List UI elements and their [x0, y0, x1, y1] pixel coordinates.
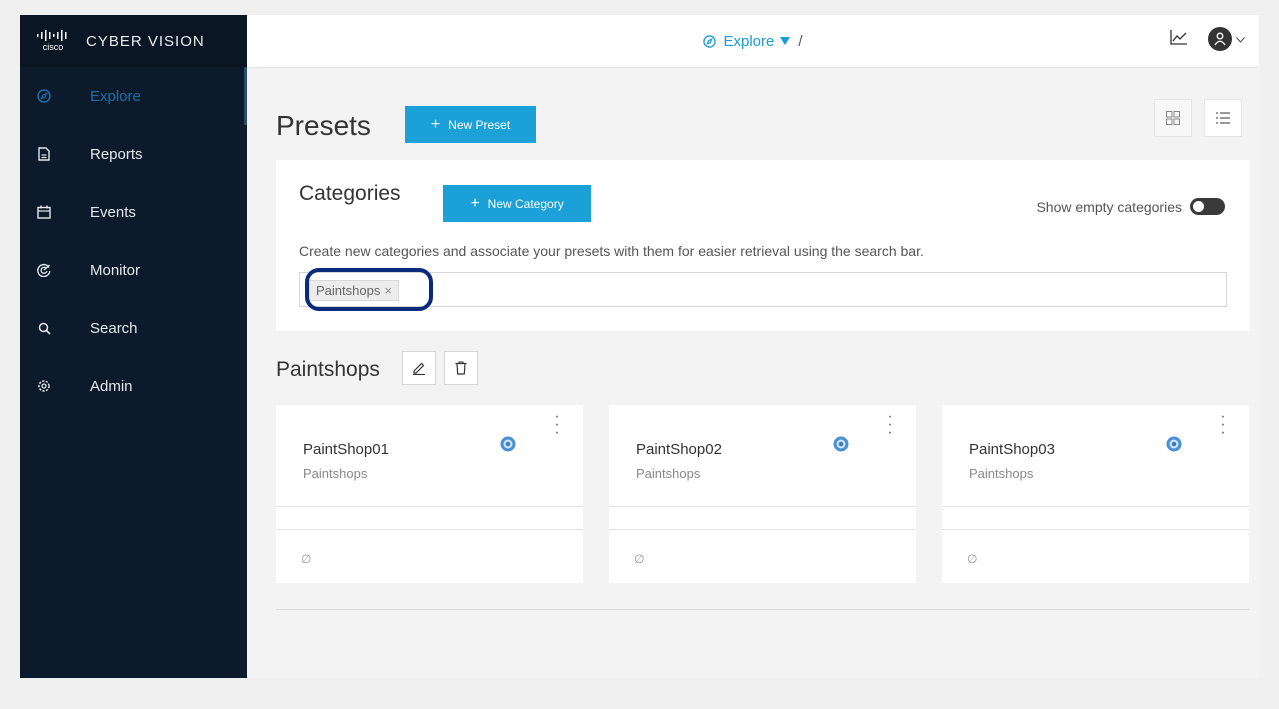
preset-name: PaintShop03 — [969, 441, 1055, 458]
sidebar: cisco CYBER VISION Explore Reports Event… — [20, 15, 247, 678]
card-divider — [942, 506, 1249, 507]
category-tag-input[interactable]: Paintshops × — [299, 268, 1227, 311]
list-icon — [1216, 112, 1230, 124]
preset-name: PaintShop02 — [636, 441, 722, 458]
preset-status-icon — [1166, 436, 1182, 452]
chart-icon[interactable] — [1170, 29, 1188, 50]
more-options-icon[interactable]: · · · — [885, 409, 895, 441]
top-bar: Explore / — [247, 15, 1259, 68]
more-options-icon[interactable]: · · · — [1218, 409, 1228, 441]
category-chip[interactable]: Paintshops × — [309, 280, 399, 301]
compass-icon — [703, 34, 717, 48]
sidebar-item-label: Search — [90, 319, 138, 337]
sidebar-item-label: Events — [90, 203, 136, 221]
radar-icon — [36, 262, 52, 278]
page-title: Presets — [276, 110, 371, 141]
sidebar-item-label: Reports — [90, 145, 143, 163]
breadcrumb-label: Explore — [723, 32, 775, 50]
main-content: Presets + New Preset Categories + New Ca… — [247, 68, 1259, 678]
chevron-down-icon[interactable] — [1236, 30, 1245, 48]
categories-title: Categories — [299, 182, 401, 205]
preset-card[interactable]: PaintShop02 Paintshops · · · ∅ — [609, 405, 916, 583]
compass-icon — [36, 88, 52, 104]
sidebar-item-reports[interactable]: Reports — [20, 125, 247, 183]
categories-description: Create new categories and associate your… — [299, 243, 924, 259]
show-empty-toggle[interactable] — [1190, 198, 1225, 215]
grid-icon — [1166, 111, 1180, 125]
new-category-button[interactable]: + New Category — [443, 185, 591, 222]
more-options-icon[interactable]: · · · — [552, 409, 562, 441]
group-title: Paintshops — [276, 358, 380, 381]
preset-card[interactable]: PaintShop03 Paintshops · · · ∅ — [942, 405, 1249, 583]
categories-panel: Categories + New Category Show empty cat… — [276, 160, 1250, 331]
sidebar-item-search[interactable]: Search — [20, 299, 247, 357]
edit-group-button[interactable] — [402, 351, 436, 385]
brand[interactable]: cisco CYBER VISION — [20, 15, 247, 67]
empty-set-icon: ∅ — [967, 552, 978, 566]
chip-label: Paintshops — [316, 283, 381, 298]
breadcrumb: Explore / — [247, 15, 1259, 67]
new-preset-label: New Preset — [448, 117, 511, 132]
caret-down-icon — [780, 37, 791, 45]
app-window: cisco CYBER VISION Explore Reports Event… — [20, 15, 1259, 678]
preset-category: Paintshops — [969, 466, 1034, 481]
preset-card[interactable]: PaintShop01 Paintshops · · · ∅ — [276, 405, 583, 583]
preset-status-icon — [833, 436, 849, 452]
user-avatar-icon[interactable] — [1208, 27, 1232, 51]
chip-remove-icon[interactable]: × — [384, 283, 392, 298]
new-preset-button[interactable]: + New Preset — [405, 106, 536, 143]
gear-icon — [36, 378, 52, 394]
sidebar-item-label: Admin — [90, 377, 133, 395]
show-empty-categories: Show empty categories — [1036, 198, 1225, 215]
trash-icon — [455, 361, 467, 375]
card-divider — [276, 506, 583, 507]
breadcrumb-explore[interactable]: Explore — [703, 32, 791, 50]
preset-status-icon — [500, 436, 516, 452]
toggle-knob — [1193, 201, 1204, 212]
new-category-label: New Category — [487, 196, 564, 211]
list-view-button[interactable] — [1204, 99, 1242, 137]
cisco-logo: cisco — [36, 30, 70, 52]
topbar-actions — [1170, 27, 1245, 51]
preset-name: PaintShop01 — [303, 441, 389, 458]
cisco-logo-text: cisco — [42, 42, 64, 52]
card-divider — [609, 529, 916, 530]
empty-set-icon: ∅ — [634, 552, 645, 566]
pencil-icon — [413, 362, 425, 375]
delete-group-button[interactable] — [444, 351, 478, 385]
card-divider — [942, 529, 1249, 530]
preset-category: Paintshops — [303, 466, 368, 481]
card-divider — [276, 529, 583, 530]
group-divider — [276, 609, 1250, 610]
plus-icon: + — [470, 194, 480, 212]
sidebar-item-label: Monitor — [90, 261, 141, 279]
sidebar-item-monitor[interactable]: Monitor — [20, 241, 247, 299]
grid-view-button[interactable] — [1154, 99, 1192, 137]
plus-icon: + — [430, 115, 441, 133]
sidebar-item-events[interactable]: Events — [20, 183, 247, 241]
sidebar-item-admin[interactable]: Admin — [20, 357, 247, 415]
search-icon — [36, 320, 52, 336]
calendar-icon — [36, 204, 52, 220]
show-empty-label: Show empty categories — [1036, 198, 1182, 215]
sidebar-item-label: Explore — [90, 87, 141, 105]
empty-set-icon: ∅ — [301, 552, 312, 566]
product-name: CYBER VISION — [86, 32, 205, 50]
card-divider — [609, 506, 916, 507]
sidebar-item-explore[interactable]: Explore — [20, 67, 247, 125]
cisco-bars-icon — [37, 30, 67, 41]
breadcrumb-separator: / — [798, 32, 803, 50]
document-icon — [36, 146, 52, 162]
preset-category: Paintshops — [636, 466, 701, 481]
